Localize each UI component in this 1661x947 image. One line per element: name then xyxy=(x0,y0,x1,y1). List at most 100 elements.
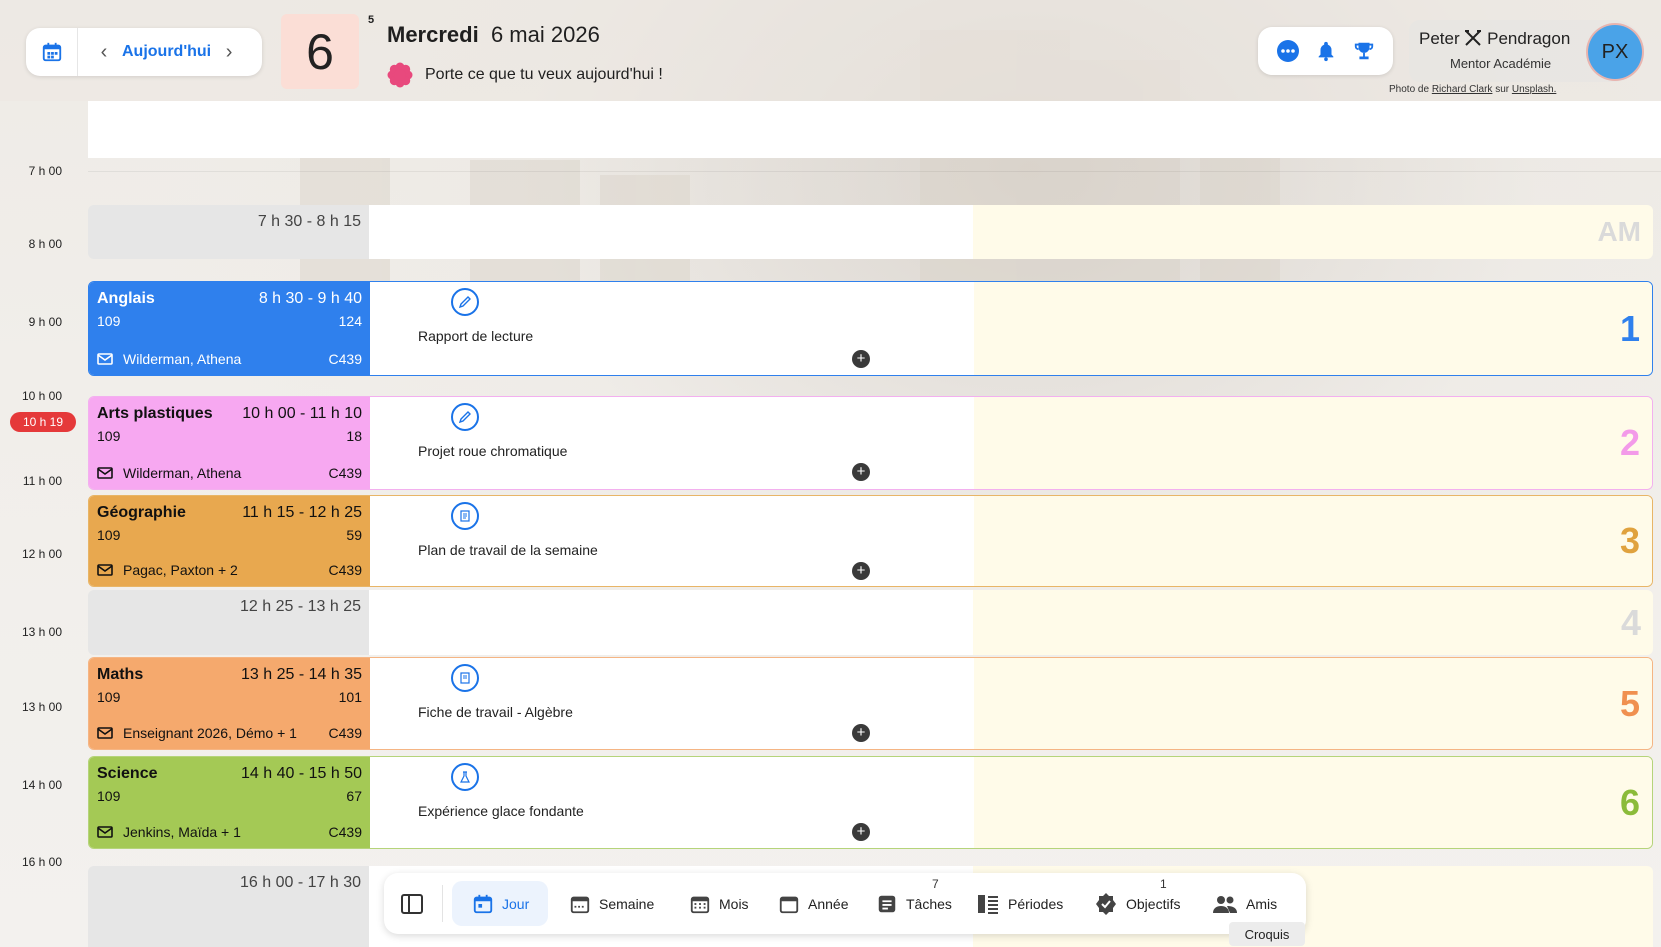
student-count: 18 xyxy=(346,428,362,444)
period-number: 3 xyxy=(1619,520,1640,561)
notes-area: 2 xyxy=(974,397,1652,489)
class-code: C439 xyxy=(328,824,362,840)
room-number: 109 xyxy=(97,527,121,543)
student-count: 124 xyxy=(338,313,362,329)
class-code: C439 xyxy=(328,351,362,367)
time-label: 14 h 00 xyxy=(21,778,62,792)
crossed-swords-icon xyxy=(1465,30,1482,46)
document-icon[interactable] xyxy=(451,502,479,530)
pencil-icon[interactable] xyxy=(451,288,479,316)
task-area: Rapport de lecture xyxy=(370,282,974,375)
teacher-name: Pagac, Paxton + 2 xyxy=(123,562,238,578)
teacher-info[interactable]: Enseignant 2026, Démo + 1 xyxy=(97,725,297,741)
task-title[interactable]: Rapport de lecture xyxy=(418,328,533,344)
period-row-5[interactable]: Maths 13 h 25 - 14 h 35 109 101 Enseigna… xyxy=(88,657,1653,750)
task-title[interactable]: Fiche de travail - Algèbre xyxy=(418,704,573,720)
period-row-1[interactable]: Anglais 8 h 30 - 9 h 40 109 124 Wilderma… xyxy=(88,281,1653,376)
teacher-info[interactable]: Wilderman, Athena xyxy=(97,351,241,367)
room-number: 109 xyxy=(97,428,121,444)
period-row-3[interactable]: Géographie 11 h 15 - 12 h 25 109 59 Paga… xyxy=(88,495,1653,587)
free-slot-row[interactable]: 7 h 30 - 8 h 15 AM xyxy=(88,205,1653,259)
class-code: C439 xyxy=(328,562,362,578)
tab-mois[interactable]: Mois xyxy=(689,873,749,934)
tab-label: Périodes xyxy=(1008,895,1064,912)
credit-site-link[interactable]: Unsplash. xyxy=(1512,84,1556,95)
sidebar-icon xyxy=(401,893,423,914)
chevron-left-icon[interactable]: ‹ xyxy=(90,41,118,64)
teacher-name: Wilderman, Athena xyxy=(123,465,242,481)
trophy-icon[interactable] xyxy=(1353,40,1375,62)
tab-label: Tâches xyxy=(906,895,952,912)
experiment-icon[interactable] xyxy=(451,763,479,791)
avatar[interactable]: PX xyxy=(1588,25,1642,79)
goals-count-badge: 1 xyxy=(1160,877,1167,891)
calendar-button[interactable] xyxy=(26,28,78,76)
free-slot-notes-area: AM xyxy=(973,205,1653,259)
photo-credit: Photo de Richard Clark sur Unsplash. xyxy=(1389,84,1556,95)
more-icon[interactable] xyxy=(1276,39,1300,63)
task-title[interactable]: Plan de travail de la semaine xyxy=(418,542,598,558)
class-code: C439 xyxy=(328,465,362,481)
tab-objectifs[interactable]: Objectifs 1 xyxy=(1094,873,1180,934)
period-info: Maths 13 h 25 - 14 h 35 109 101 Enseigna… xyxy=(89,658,370,749)
user-role: Mentor Académie xyxy=(1450,56,1552,71)
today-button[interactable]: Aujourd'hui xyxy=(118,43,215,61)
tab-semaine[interactable]: Semaine xyxy=(569,873,654,934)
task-title[interactable]: Expérience glace fondante xyxy=(418,803,584,819)
time-label: 10 h 00 xyxy=(21,389,62,403)
add-task-button[interactable]: + xyxy=(852,724,870,742)
mail-icon xyxy=(97,353,113,365)
add-task-button[interactable]: + xyxy=(852,463,870,481)
tab-label: Mois xyxy=(719,895,749,912)
time-label: 16 h 00 xyxy=(21,855,62,869)
sidebar-toggle-button[interactable] xyxy=(400,873,424,934)
tab-label: Amis xyxy=(1246,895,1278,912)
time-label: 7 h 00 xyxy=(28,164,62,178)
subject-name: Maths xyxy=(97,666,144,683)
teacher-info[interactable]: Pagac, Paxton + 2 xyxy=(97,562,238,578)
day-number-tile: 6 xyxy=(281,14,359,89)
add-task-button[interactable]: + xyxy=(852,823,870,841)
period-number: 6 xyxy=(1619,781,1640,823)
friends-icon xyxy=(1213,895,1237,913)
all-day-band[interactable] xyxy=(88,101,1661,158)
credit-author-link[interactable]: Richard Clark xyxy=(1432,84,1493,95)
period-info: Arts plastiques 10 h 00 - 11 h 10 109 18… xyxy=(89,397,370,489)
tab-label: Jour xyxy=(502,895,530,912)
task-title[interactable]: Projet roue chromatique xyxy=(418,443,567,459)
subject-name: Arts plastiques xyxy=(97,405,213,422)
free-slot-time: 16 h 00 - 17 h 30 xyxy=(240,874,361,891)
teacher-name: Wilderman, Athena xyxy=(123,351,242,367)
tab-jour[interactable]: Jour xyxy=(472,873,529,934)
notes-area: 1 xyxy=(974,282,1652,375)
add-task-button[interactable]: + xyxy=(852,350,870,368)
period-time: 13 h 25 - 14 h 35 xyxy=(241,666,362,683)
calendar-day-icon xyxy=(473,894,493,913)
period-row-2[interactable]: Arts plastiques 10 h 00 - 11 h 10 109 18… xyxy=(88,396,1653,490)
mail-icon xyxy=(97,467,113,479)
period-info: Géographie 11 h 15 - 12 h 25 109 59 Paga… xyxy=(89,496,370,586)
period-info: Science 14 h 40 - 15 h 50 109 67 Jenkins… xyxy=(89,757,370,848)
pencil-icon[interactable] xyxy=(451,403,479,431)
period-row-6[interactable]: Science 14 h 40 - 15 h 50 109 67 Jenkins… xyxy=(88,756,1653,849)
worksheet-icon[interactable] xyxy=(451,664,479,692)
period-time: 11 h 15 - 12 h 25 xyxy=(242,504,362,521)
user-last-name: Pendragon xyxy=(1487,29,1571,48)
chevron-right-icon[interactable]: › xyxy=(215,41,243,64)
student-count: 101 xyxy=(338,689,362,705)
tab-taches[interactable]: Tâches 7 xyxy=(876,873,952,934)
bell-icon[interactable] xyxy=(1315,40,1337,62)
teacher-info[interactable]: Wilderman, Athena xyxy=(97,465,241,481)
tab-annee[interactable]: Année xyxy=(778,873,848,934)
task-area: Expérience glace fondante xyxy=(370,757,974,848)
tab-periodes[interactable]: Périodes xyxy=(976,873,1063,934)
time-label: 13 h 00 xyxy=(21,700,62,714)
teacher-info[interactable]: Jenkins, Maïda + 1 xyxy=(97,824,241,840)
time-label: 13 h 00 xyxy=(21,625,62,639)
add-task-button[interactable]: + xyxy=(852,562,870,580)
period-number: 4 xyxy=(1620,601,1641,643)
free-slot-row[interactable]: 12 h 25 - 13 h 25 4 xyxy=(88,590,1653,655)
period-time: 14 h 40 - 15 h 50 xyxy=(241,765,362,782)
tab-label: Objectifs xyxy=(1126,895,1181,912)
calendar-icon xyxy=(42,42,61,62)
